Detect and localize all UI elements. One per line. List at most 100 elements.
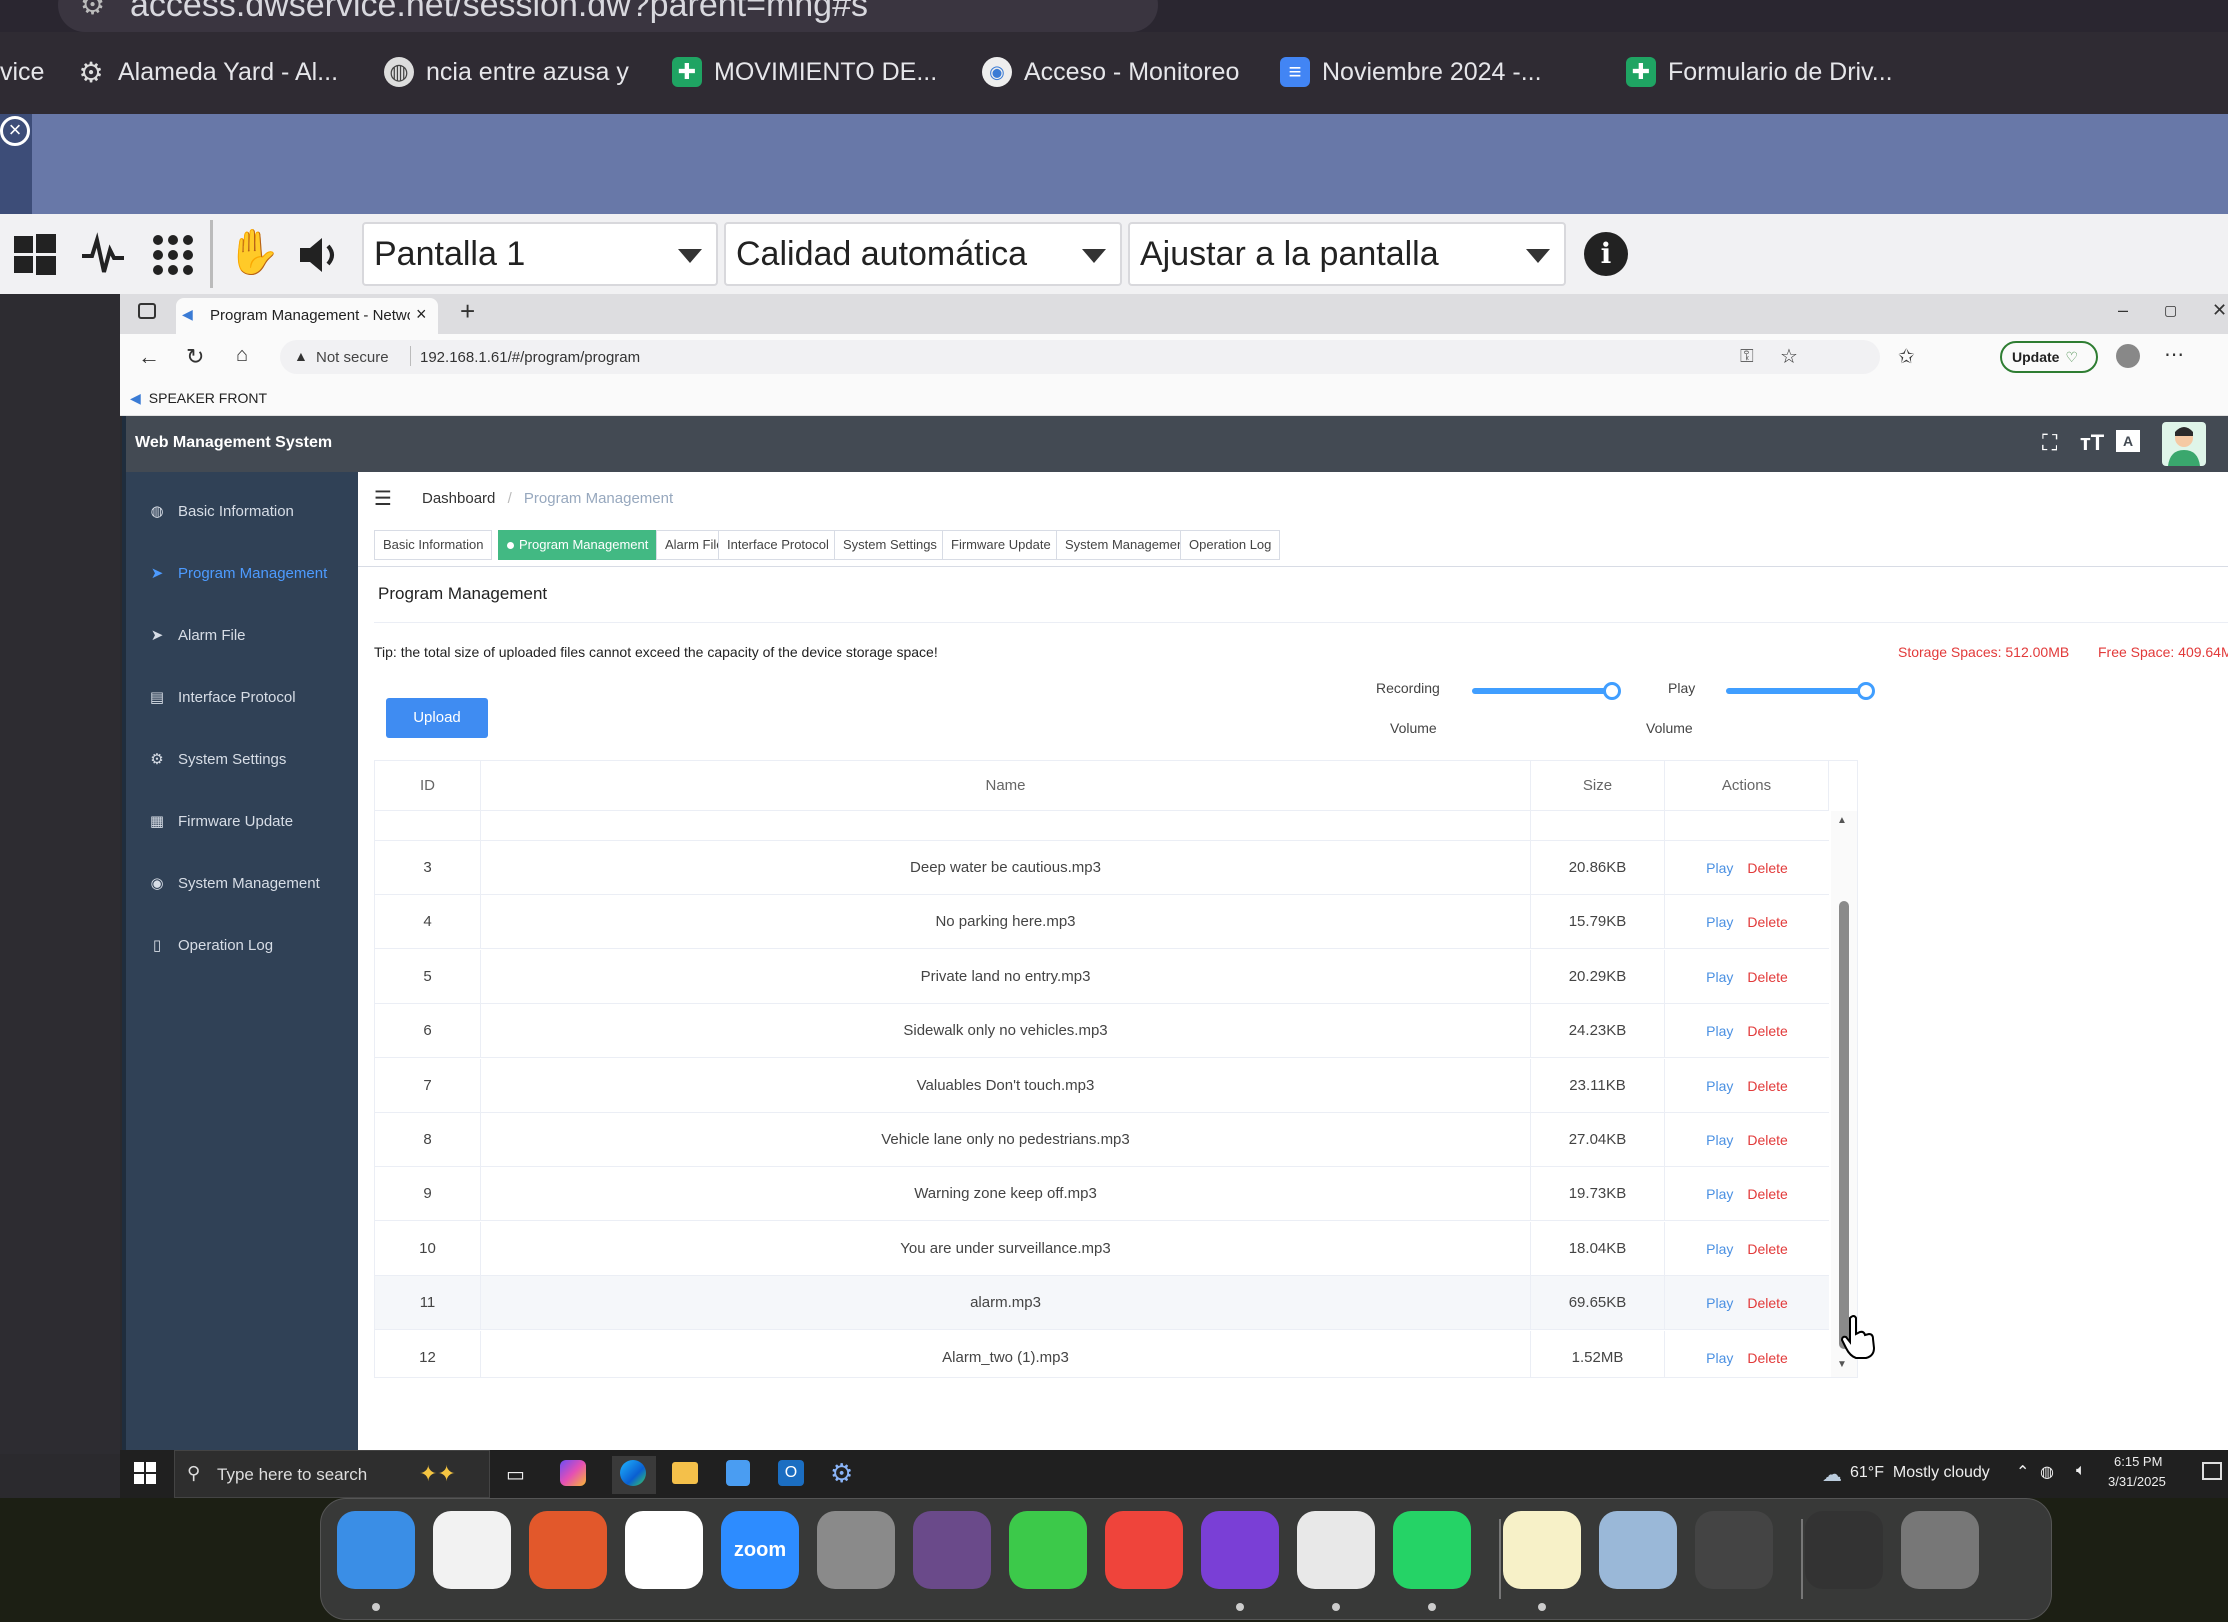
app-circle-icon[interactable] xyxy=(913,1511,991,1589)
tab-system-settings[interactable]: System Settings xyxy=(834,530,946,560)
sidebar-item-basic-information[interactable]: ◍ Basic Information xyxy=(126,480,358,542)
table-body[interactable]: 3 Deep water be cautious.mp3 20.86KB Play De… xyxy=(375,811,1829,1377)
task-view-icon[interactable]: ▭ xyxy=(506,1462,525,1487)
bookmark-0[interactable]: vice xyxy=(0,54,44,90)
edge-icon[interactable] xyxy=(620,1460,646,1486)
clock-time[interactable]: 6:15 PM xyxy=(2114,1454,2162,1469)
breadcrumb-dashboard[interactable]: Dashboard xyxy=(422,490,495,507)
col-header-id[interactable]: ID xyxy=(375,761,481,811)
launchpad-icon[interactable] xyxy=(817,1511,895,1589)
address-field[interactable]: ▲ Not secure 192.168.1.61/#/program/prog… xyxy=(280,340,1880,374)
sidebar-item-firmware-update[interactable]: ▦ Firmware Update xyxy=(126,790,358,852)
table-row[interactable]: 10 You are under surveillance.mp3 18.04KB P… xyxy=(375,1221,1829,1276)
col-header-size[interactable]: Size xyxy=(1531,761,1665,811)
store-icon[interactable] xyxy=(726,1460,750,1486)
trash-icon[interactable] xyxy=(1901,1511,1979,1589)
apps-grid-icon[interactable] xyxy=(150,232,196,278)
close-window-button[interactable]: ✕ xyxy=(2212,300,2227,321)
play-button[interactable]: Play xyxy=(1706,1078,1733,1094)
url-text[interactable]: 192.168.1.61/#/program/program xyxy=(420,349,640,366)
bookmark-6[interactable]: ✚ Formulario de Driv... xyxy=(1626,54,1893,90)
tab-basic-information[interactable]: Basic Information xyxy=(374,530,493,560)
delete-button[interactable]: Delete xyxy=(1747,1241,1787,1257)
site-settings-icon[interactable]: ⚙ xyxy=(80,0,105,21)
delete-button[interactable]: Delete xyxy=(1747,914,1787,930)
close-session-icon[interactable]: × xyxy=(0,116,30,146)
screen-select[interactable]: Pantalla 1 xyxy=(362,222,718,286)
scrollbar-thumb[interactable] xyxy=(1839,901,1849,1349)
delete-button[interactable]: Delete xyxy=(1747,1295,1787,1311)
table-row[interactable]: 5 Private land no entry.mp3 20.29KB Play Del… xyxy=(375,949,1829,1004)
delete-button[interactable]: Delete xyxy=(1747,1132,1787,1148)
tab-close-icon[interactable]: × xyxy=(416,304,427,325)
recording-volume-slider[interactable] xyxy=(1472,682,1621,700)
restore-button[interactable]: ▢ xyxy=(2164,302,2177,319)
key-icon[interactable]: ⚿ xyxy=(1740,346,1754,367)
windows-start-icon[interactable] xyxy=(134,1462,156,1489)
app-v-icon[interactable] xyxy=(625,1511,703,1589)
bookmark-3[interactable]: ✚ MOVIMIENTO DE... xyxy=(672,54,937,90)
activity-icon[interactable] xyxy=(80,232,126,278)
messages-icon[interactable] xyxy=(1009,1511,1087,1589)
delete-button[interactable]: Delete xyxy=(1747,1186,1787,1202)
hamburger-icon[interactable]: ☰ xyxy=(374,486,392,511)
play-button[interactable]: Play xyxy=(1706,914,1733,930)
delete-button[interactable]: Delete xyxy=(1747,860,1787,876)
user-avatar[interactable] xyxy=(2162,422,2206,466)
table-row[interactable]: 8 Vehicle lane only no pedestrians.mp3 27.… xyxy=(375,1113,1829,1167)
edge-tab-active[interactable]: ◀ Program Management - Network × xyxy=(176,298,438,334)
zoom-icon[interactable]: zoom xyxy=(721,1511,799,1589)
play-volume-slider[interactable] xyxy=(1726,682,1875,700)
taskbar-search[interactable]: ⚲ Type here to search ✦✦ xyxy=(174,1450,490,1498)
anydesk-icon[interactable] xyxy=(1105,1511,1183,1589)
reload-icon[interactable]: ↻ xyxy=(186,344,204,370)
profile-avatar[interactable] xyxy=(2116,344,2140,368)
table-scrollbar[interactable]: ▲ ▼ xyxy=(1831,811,1857,1377)
tab-system-management[interactable]: System Management xyxy=(1056,530,1197,560)
play-button[interactable]: Play xyxy=(1706,1186,1733,1202)
update-button[interactable]: Update ♡ xyxy=(2000,341,2098,373)
file-explorer-icon[interactable] xyxy=(672,1462,698,1484)
bookmark-2[interactable]: ◍ ncia entre azusa y xyxy=(384,54,629,90)
delete-button[interactable]: Delete xyxy=(1747,1350,1787,1366)
play-button[interactable]: Play xyxy=(1706,1295,1733,1311)
play-button[interactable]: Play xyxy=(1706,1023,1733,1039)
sidebar-item-interface-protocol[interactable]: ▤ Interface Protocol xyxy=(126,666,358,728)
outlook-icon[interactable]: O xyxy=(778,1460,804,1486)
tab-operation-log[interactable]: Operation Log xyxy=(1180,530,1281,560)
tab-interface-protocol[interactable]: Interface Protocol xyxy=(718,530,838,560)
sidebar-item-system-management[interactable]: ◉ System Management xyxy=(126,852,358,914)
sidebar-item-operation-log[interactable]: ▯ Operation Log xyxy=(126,914,358,976)
tray-chevron-icon[interactable]: ⌃ xyxy=(2016,1462,2029,1482)
volume-icon[interactable]: 🔈︎ xyxy=(2076,1462,2086,1480)
finder-icon[interactable] xyxy=(337,1511,415,1589)
sidebar-item-program-management[interactable]: ➤ Program Management xyxy=(126,542,358,604)
bookmark-4[interactable]: ◉ Acceso - Monitoreo xyxy=(982,54,1239,90)
firefox-icon[interactable] xyxy=(1201,1511,1279,1589)
whatsapp-icon[interactable] xyxy=(1393,1511,1471,1589)
photos-icon[interactable] xyxy=(433,1511,511,1589)
window-preview-icon[interactable] xyxy=(1805,1511,1883,1589)
settings-gear-icon[interactable]: ⚙ xyxy=(830,1458,853,1489)
tab-actions-icon[interactable] xyxy=(138,303,156,319)
weather-text[interactable]: 61°F Mostly cloudy xyxy=(1850,1464,1990,1482)
table-row[interactable]: 9 Warning zone keep off.mp3 19.73KB Play Del… xyxy=(375,1167,1829,1222)
table-row[interactable]: 11 alarm.mp3 69.65KB Play Delete xyxy=(375,1276,1829,1331)
notes-icon[interactable] xyxy=(1503,1511,1581,1589)
play-button[interactable]: Play xyxy=(1706,860,1733,876)
play-button[interactable]: Play xyxy=(1706,969,1733,985)
table-row[interactable]: 4 No parking here.mp3 15.79KB Play Delete xyxy=(375,895,1829,950)
calculator-icon[interactable] xyxy=(1695,1511,1773,1589)
table-row[interactable]: 3 Deep water be cautious.mp3 20.86KB Play De… xyxy=(375,841,1829,895)
star-icon[interactable]: ☆ xyxy=(1780,344,1798,369)
hand-icon[interactable]: ✋ xyxy=(226,230,281,276)
sidebar-item-system-settings[interactable]: ⚙ System Settings xyxy=(126,728,358,790)
minimize-button[interactable]: – xyxy=(2118,300,2128,321)
delete-button[interactable]: Delete xyxy=(1747,1023,1787,1039)
recording-volume-handle[interactable] xyxy=(1603,682,1621,700)
chrome-icon[interactable] xyxy=(1297,1511,1375,1589)
not-secure-label[interactable]: Not secure xyxy=(316,349,389,366)
info-icon[interactable]: i xyxy=(1584,232,1628,276)
network-icon[interactable]: ◍ xyxy=(2040,1462,2054,1482)
new-tab-button[interactable]: + xyxy=(460,296,475,327)
